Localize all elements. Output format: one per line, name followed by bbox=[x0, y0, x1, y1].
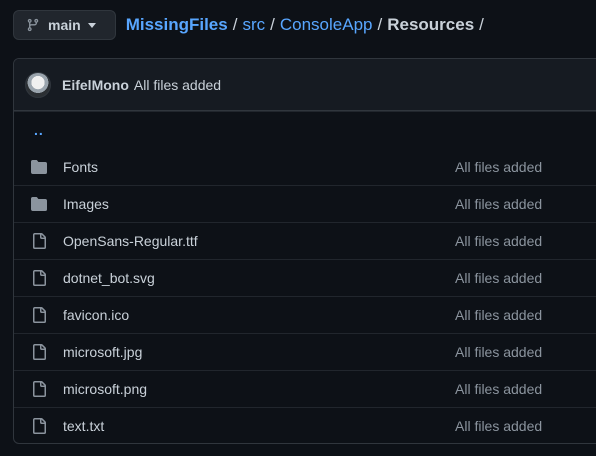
file-icon bbox=[29, 307, 49, 323]
git-branch-icon bbox=[27, 18, 39, 32]
breadcrumb-consoleapp-link[interactable]: ConsoleApp bbox=[280, 15, 373, 35]
breadcrumb-repo-link[interactable]: MissingFiles bbox=[126, 15, 228, 35]
file-icon bbox=[29, 344, 49, 360]
file-name-link[interactable]: OpenSans-Regular.ttf bbox=[63, 233, 455, 249]
file-name-link[interactable]: microsoft.jpg bbox=[63, 344, 455, 360]
file-name-link[interactable]: Fonts bbox=[63, 159, 455, 175]
commit-message[interactable]: All files added bbox=[134, 77, 221, 93]
file-name-link[interactable]: dotnet_bot.svg bbox=[63, 270, 455, 286]
file-row[interactable]: favicon.ico All files added bbox=[14, 296, 596, 333]
file-row[interactable]: microsoft.jpg All files added bbox=[14, 333, 596, 370]
file-row[interactable]: microsoft.png All files added bbox=[14, 370, 596, 407]
file-commit-message-link[interactable]: All files added bbox=[455, 344, 542, 360]
breadcrumb-separator: / bbox=[232, 15, 238, 34]
avatar[interactable] bbox=[25, 71, 51, 98]
file-row[interactable]: text.txt All files added bbox=[14, 407, 596, 443]
latest-commit-bar: EifelMono All files added bbox=[14, 59, 596, 111]
commit-author[interactable]: EifelMono bbox=[62, 77, 129, 93]
file-commit-message-link[interactable]: All files added bbox=[455, 196, 542, 212]
parent-directory-row[interactable]: .. bbox=[14, 111, 596, 148]
folder-row[interactable]: Images All files added bbox=[14, 185, 596, 222]
file-row[interactable]: OpenSans-Regular.ttf All files added bbox=[14, 222, 596, 259]
repo-header: main MissingFiles / src / ConsoleApp / R… bbox=[13, 9, 596, 41]
folder-icon bbox=[29, 196, 49, 212]
folder-row[interactable]: Fonts All files added bbox=[14, 148, 596, 185]
breadcrumb-current: Resources bbox=[387, 15, 475, 34]
file-name-link[interactable]: favicon.ico bbox=[63, 307, 455, 323]
file-name-link[interactable]: microsoft.png bbox=[63, 381, 455, 397]
file-icon bbox=[29, 381, 49, 397]
branch-label: main bbox=[48, 17, 81, 33]
file-commit-message-link[interactable]: All files added bbox=[455, 418, 542, 434]
file-icon bbox=[29, 233, 49, 249]
file-name-link[interactable]: Images bbox=[63, 196, 455, 212]
file-icon bbox=[29, 270, 49, 286]
breadcrumb-separator: / bbox=[377, 15, 383, 34]
breadcrumb-separator: / bbox=[479, 15, 484, 34]
file-name-link[interactable]: text.txt bbox=[63, 418, 455, 434]
breadcrumb-separator: / bbox=[270, 15, 275, 34]
parent-directory-link[interactable]: .. bbox=[34, 122, 44, 138]
file-icon bbox=[29, 418, 49, 434]
file-browser: EifelMono All files added .. Fonts All fi… bbox=[13, 58, 596, 444]
file-row[interactable]: dotnet_bot.svg All files added bbox=[14, 259, 596, 296]
file-commit-message-link[interactable]: All files added bbox=[455, 270, 542, 286]
breadcrumb-src-link[interactable]: src bbox=[242, 15, 265, 35]
file-list: Fonts All files added Images All files adde… bbox=[14, 148, 596, 443]
folder-icon bbox=[29, 159, 49, 175]
caret-down-icon bbox=[87, 22, 96, 28]
file-commit-message-link[interactable]: All files added bbox=[455, 307, 542, 323]
file-commit-message-link[interactable]: All files added bbox=[455, 159, 542, 175]
breadcrumb: MissingFiles / src / ConsoleApp / Resour… bbox=[126, 15, 489, 35]
file-commit-message-link[interactable]: All files added bbox=[455, 233, 542, 249]
file-commit-message-link[interactable]: All files added bbox=[455, 381, 542, 397]
branch-select-button[interactable]: main bbox=[13, 10, 116, 40]
